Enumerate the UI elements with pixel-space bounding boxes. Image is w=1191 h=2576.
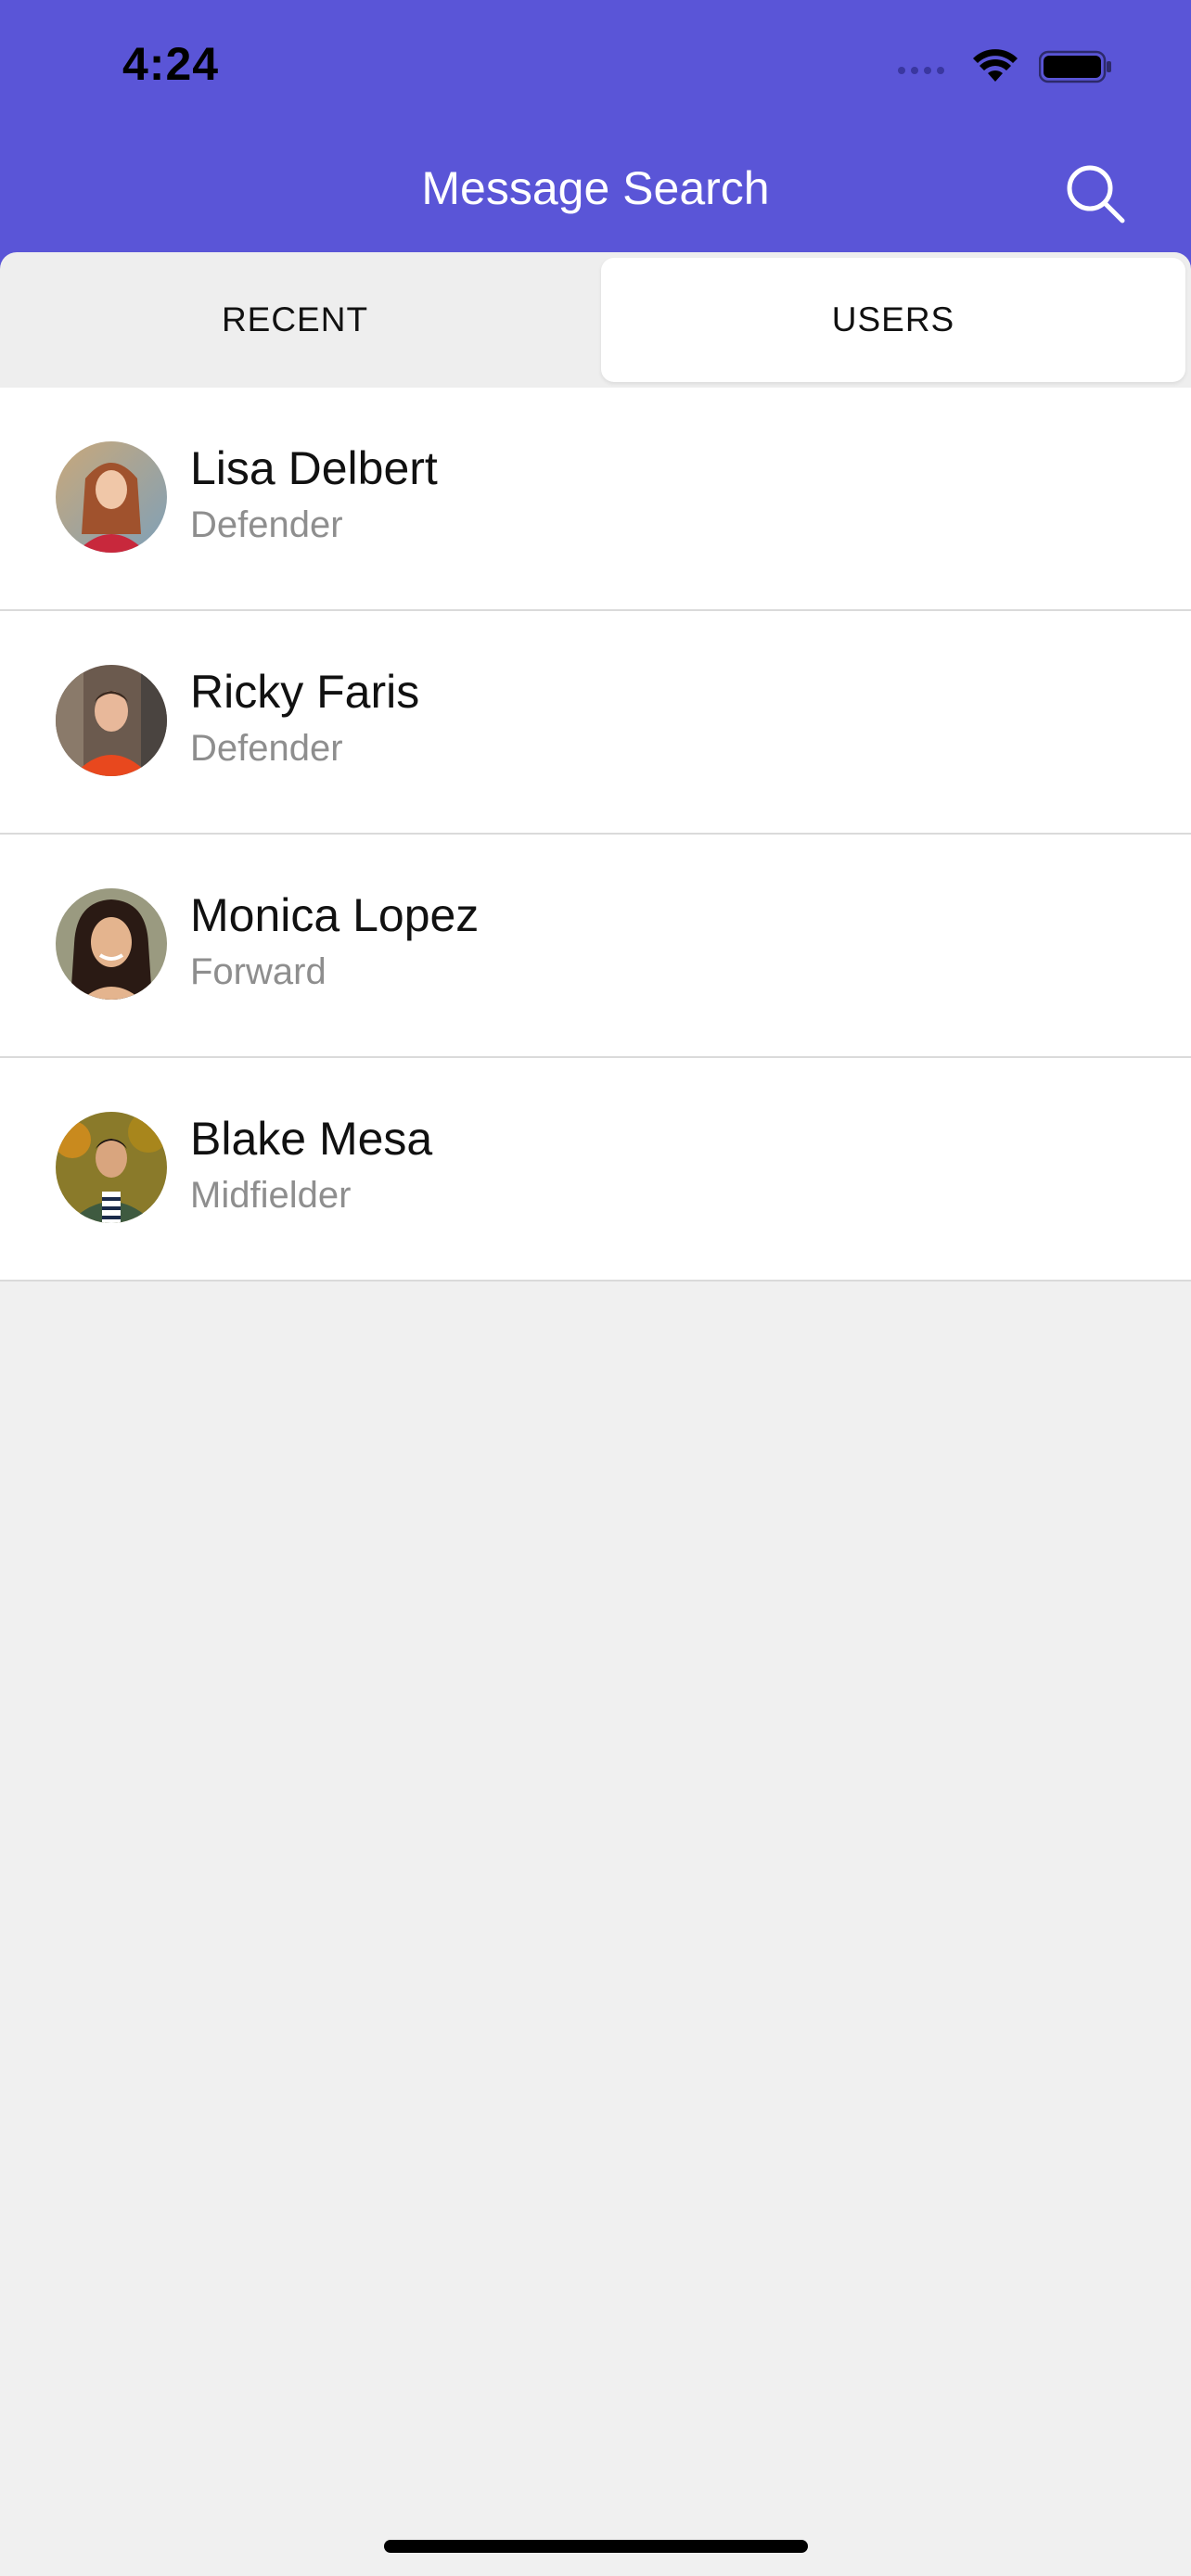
user-role: Forward	[190, 951, 327, 992]
avatar	[56, 888, 167, 1000]
user-list: Lisa Delbert Defender Ricky Faris Defend…	[0, 388, 1191, 1282]
cellular-signal-icon	[898, 67, 944, 74]
wifi-icon	[973, 49, 1018, 82]
user-row-lisa-delbert[interactable]: Lisa Delbert Defender	[0, 388, 1191, 611]
avatar	[56, 665, 167, 776]
search-button[interactable]	[1063, 161, 1130, 228]
user-name: Lisa Delbert	[190, 442, 438, 494]
home-indicator[interactable]	[384, 2540, 808, 2553]
user-name: Blake Mesa	[190, 1113, 433, 1165]
tab-recent[interactable]: RECENT	[6, 258, 584, 382]
user-row-blake-mesa[interactable]: Blake Mesa Midfielder	[0, 1058, 1191, 1282]
status-icons	[896, 48, 1113, 85]
avatar	[56, 441, 167, 553]
page-title: Message Search	[421, 162, 770, 214]
user-row-monica-lopez[interactable]: Monica Lopez Forward	[0, 835, 1191, 1058]
segmented-tabs: RECENT USERS	[0, 252, 1191, 388]
status-time: 4:24	[122, 38, 220, 90]
avatar	[56, 1112, 167, 1223]
user-role: Defender	[190, 504, 343, 545]
user-role: Midfielder	[190, 1175, 352, 1216]
battery-icon	[1039, 50, 1111, 83]
tab-users[interactable]: USERS	[601, 258, 1185, 382]
user-name: Monica Lopez	[190, 889, 480, 941]
user-row-ricky-faris[interactable]: Ricky Faris Defender	[0, 611, 1191, 835]
user-name: Ricky Faris	[190, 666, 420, 718]
user-role: Defender	[190, 728, 343, 769]
search-icon	[1067, 165, 1125, 223]
